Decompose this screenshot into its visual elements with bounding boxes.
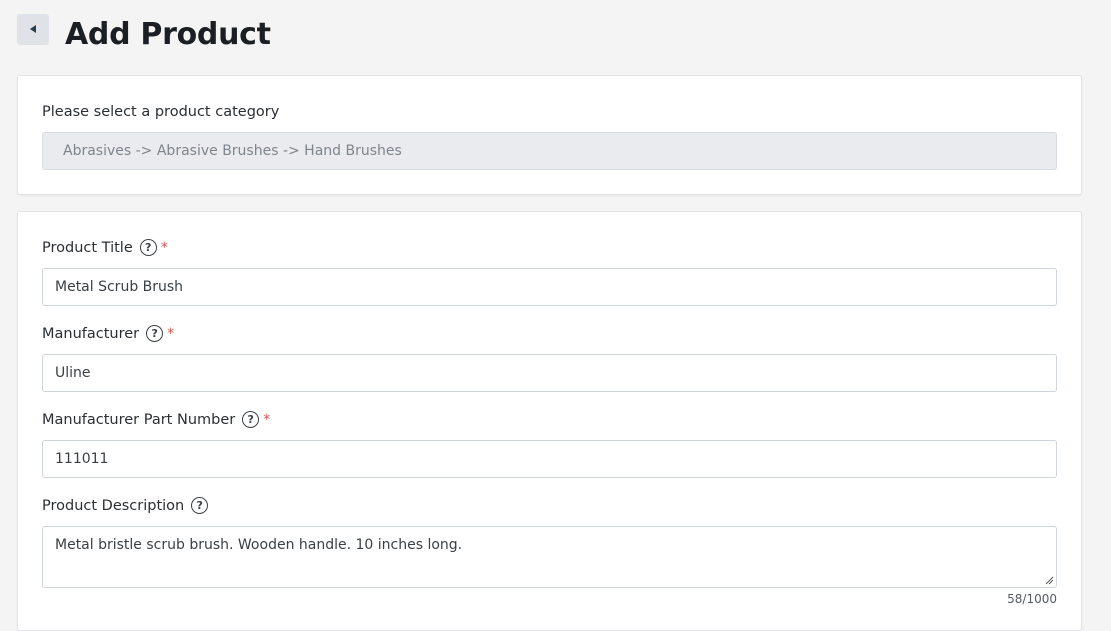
resize-grip-icon[interactable] <box>1044 575 1054 585</box>
product-title-input[interactable]: Metal Scrub Brush <box>42 268 1057 306</box>
required-mark: * <box>263 411 271 428</box>
manufacturer-label: Manufacturer <box>42 325 140 342</box>
category-label: Please select a product category <box>42 104 280 120</box>
category-label-row: Please select a product category <box>42 104 279 120</box>
description-textarea[interactable]: Metal bristle scrub brush. Wooden handle… <box>42 526 1057 588</box>
chevron-left-icon <box>29 25 36 33</box>
part-number-label-row: Manufacturer Part Number ? * <box>42 411 270 428</box>
manufacturer-label-row: Manufacturer ? * <box>42 325 174 342</box>
product-title-label-row: Product Title ? * <box>42 239 168 256</box>
help-icon[interactable]: ? <box>242 411 260 428</box>
description-text: Metal bristle scrub brush. Wooden handle… <box>55 537 463 553</box>
help-icon[interactable]: ? <box>191 497 209 514</box>
category-input[interactable]: Abrasives -> Abrasive Brushes -> Hand Br… <box>42 132 1057 170</box>
product-form-card: Product Title ? * Metal Scrub Brush Manu… <box>17 211 1082 631</box>
category-card: Please select a product category Abrasiv… <box>17 75 1082 195</box>
description-label: Product Description <box>42 497 185 514</box>
part-number-label: Manufacturer Part Number <box>42 411 236 428</box>
back-button[interactable] <box>17 13 49 45</box>
page-title: Add Product <box>65 17 271 52</box>
page-header: Add Product <box>17 13 271 53</box>
part-number-input[interactable]: 111011 <box>42 440 1057 478</box>
required-mark: * <box>167 325 175 342</box>
help-icon[interactable]: ? <box>146 325 164 342</box>
manufacturer-input[interactable]: Uline <box>42 354 1057 392</box>
description-char-count: 58/1000 <box>1007 592 1057 606</box>
product-title-label: Product Title <box>42 239 133 256</box>
help-icon[interactable]: ? <box>139 239 157 256</box>
required-mark: * <box>160 239 168 256</box>
description-label-row: Product Description ? <box>42 497 209 514</box>
